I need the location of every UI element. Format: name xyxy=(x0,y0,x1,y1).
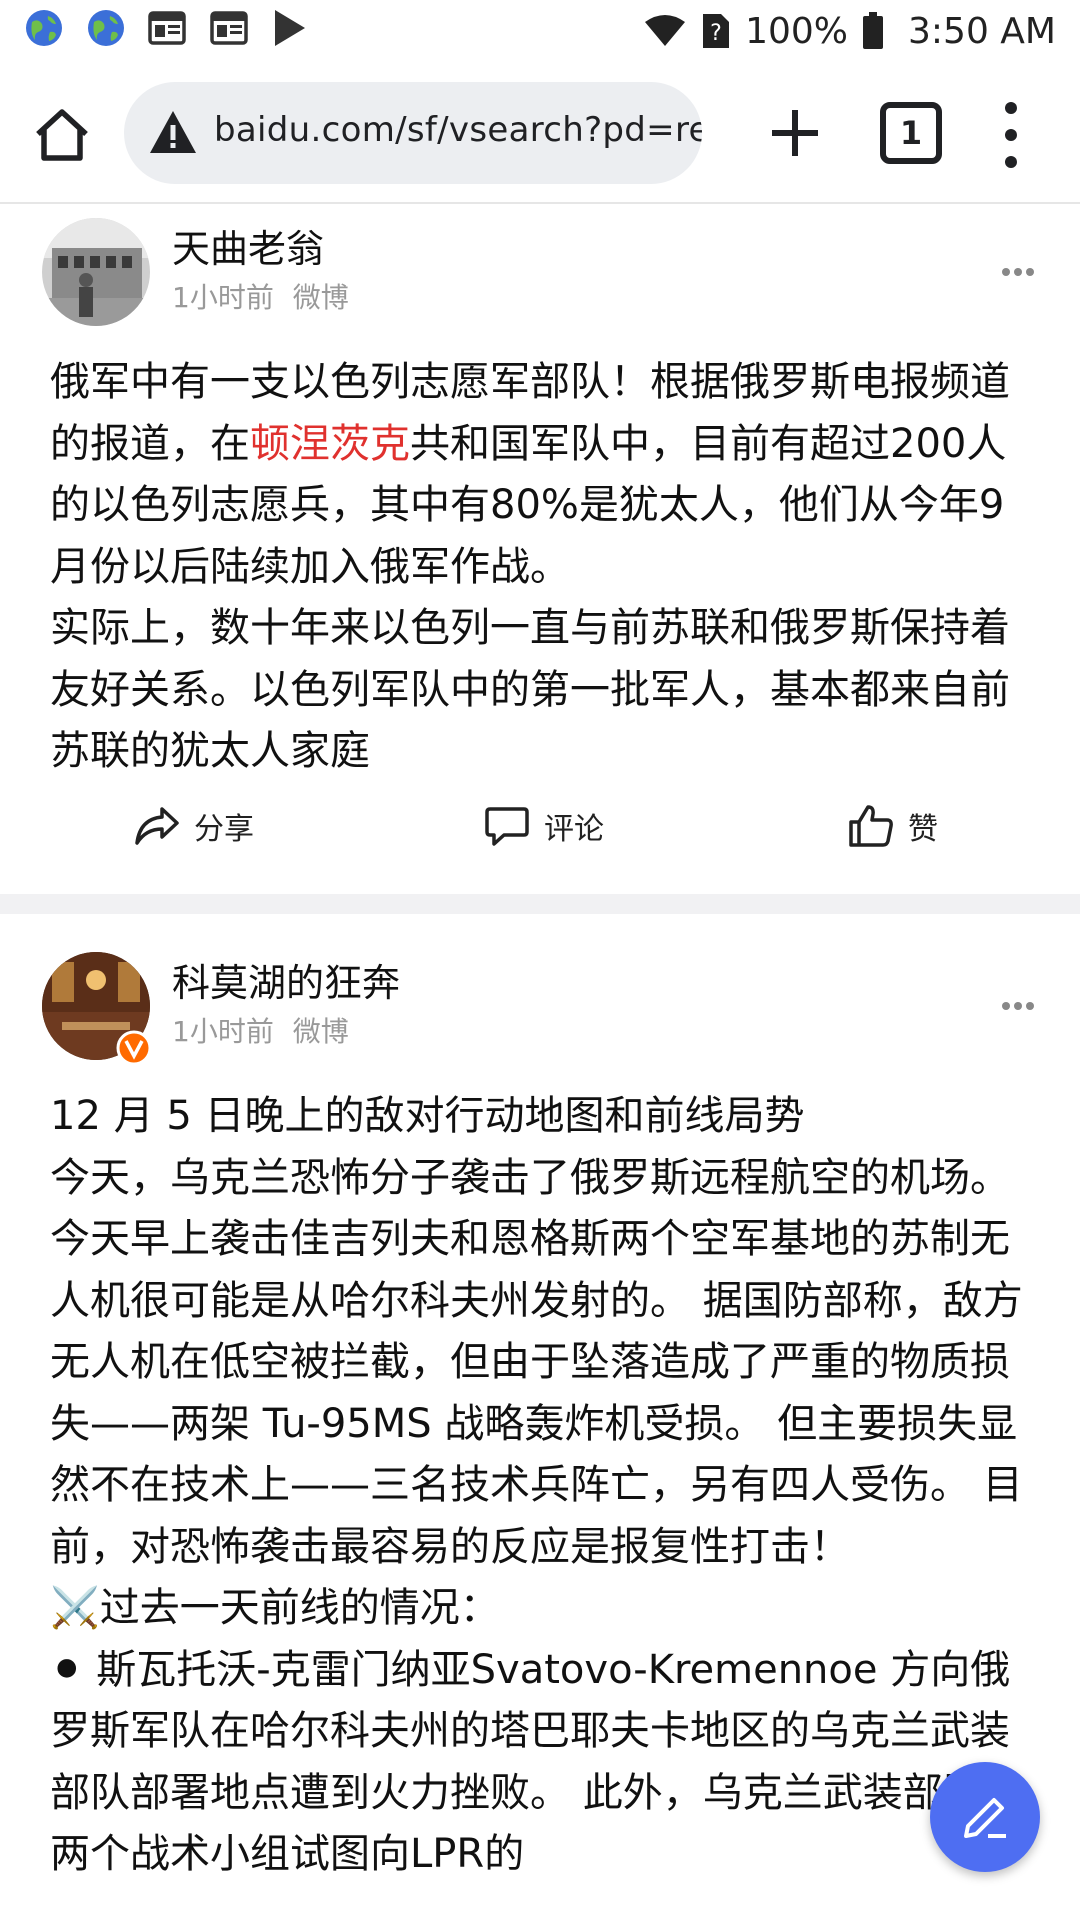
tab-switcher-button[interactable]: 1 xyxy=(880,102,942,164)
post-divider xyxy=(0,894,1080,914)
comment-label: 评论 xyxy=(544,812,604,847)
post-paragraph: 俄军中有一支以色列志愿军部队！根据俄罗斯电报频道的报道，在顿涅茨克共和国军队中，… xyxy=(50,352,1040,598)
post-author[interactable]: 天曲老翁 xyxy=(172,218,324,273)
post-title-line: 12 月 5 日晚上的敌对行动地图和前线局势 xyxy=(50,1093,805,1139)
front-text: ⚫ 斯瓦托沃-克雷门纳亚Svatovo-Kremennoe 方向俄罗斯军队在哈尔… xyxy=(50,1646,1023,1878)
post-source: 微博 xyxy=(292,281,349,314)
thumbs-up-icon xyxy=(849,805,893,847)
topic-link[interactable]: 顿涅茨克 xyxy=(250,421,410,467)
compose-button[interactable] xyxy=(930,1762,1040,1872)
status-bar: ? 100% 3:50 AM xyxy=(0,0,1080,62)
verified-badge-icon xyxy=(116,1030,152,1066)
more-options-icon[interactable] xyxy=(1000,1000,1036,1012)
avatar-image xyxy=(42,218,150,326)
home-icon[interactable] xyxy=(28,100,96,168)
share-icon xyxy=(135,807,179,845)
post-meta: 1小时前 微博 xyxy=(172,276,349,316)
svg-text:?: ? xyxy=(710,21,722,46)
no-sim-icon: ? xyxy=(703,14,730,48)
comment-icon xyxy=(485,807,529,846)
like-button[interactable]: 赞 xyxy=(848,804,938,848)
news-icon xyxy=(148,11,186,45)
play-store-icon xyxy=(275,10,305,46)
post-content: 俄军中有一支以色列志愿军部队！根据俄罗斯电报频道的报道，在顿涅茨克共和国军队中，… xyxy=(50,352,1040,783)
post-meta: 1小时前 微博 xyxy=(172,1010,349,1050)
post-author[interactable]: 科莫湖的狂奔 xyxy=(172,952,400,1007)
url-text[interactable]: baidu.com/sf/vsearch?pd=rea xyxy=(214,110,702,150)
feed: 天曲老翁 1小时前 微博 俄军中有一支以色列志愿军部队！根据俄罗斯电报频道的报道… xyxy=(0,204,1080,1920)
post-time: 1小时前 xyxy=(172,1015,274,1048)
avatar[interactable] xyxy=(42,218,150,326)
edit-pencil-icon xyxy=(964,1798,1006,1838)
like-label: 赞 xyxy=(908,812,938,847)
wifi-icon xyxy=(645,15,686,46)
globe-icon xyxy=(88,10,124,46)
front-heading: ⚔️过去一天前线的情况： xyxy=(50,1585,500,1631)
more-options-icon[interactable] xyxy=(1000,266,1036,278)
post-source: 微博 xyxy=(292,1015,349,1048)
url-bar[interactable]: baidu.com/sf/vsearch?pd=rea xyxy=(124,82,702,184)
warning-icon[interactable] xyxy=(148,109,198,157)
globe-icon xyxy=(26,10,62,46)
battery-percent: 100% xyxy=(745,10,849,52)
post-card: 科莫湖的狂奔 1小时前 微博 12 月 5 日晚上的敌对行动地图和前线局势 今天… xyxy=(0,914,1080,1920)
new-tab-icon[interactable] xyxy=(760,98,830,168)
post-content: 12 月 5 日晚上的敌对行动地图和前线局势 今天，乌克兰恐怖分子袭击了俄罗斯远… xyxy=(50,1086,1040,1886)
post-actions: 分享 评论 赞 xyxy=(0,804,1080,864)
post-paragraph: 今天，乌克兰恐怖分子袭击了俄罗斯远程航空的机场。 今天早上袭击佳吉列夫和恩格斯两… xyxy=(50,1154,1023,1570)
share-label: 分享 xyxy=(194,812,254,847)
share-button[interactable]: 分享 xyxy=(134,804,254,848)
browser-toolbar: baidu.com/sf/vsearch?pd=rea 1 xyxy=(0,62,1080,204)
post-paragraph: 实际上，数十年来以色列一直与前苏联和俄罗斯保持着友好关系。以色列军队中的第一批军… xyxy=(50,605,1010,774)
post-card: 天曲老翁 1小时前 微博 俄军中有一支以色列志愿军部队！根据俄罗斯电报频道的报道… xyxy=(0,204,1080,894)
clock: 3:50 AM xyxy=(908,10,1056,52)
comment-button[interactable]: 评论 xyxy=(484,804,604,848)
news-icon xyxy=(210,11,248,45)
overflow-menu-icon[interactable] xyxy=(996,98,1026,172)
battery-icon xyxy=(863,12,884,49)
post-time: 1小时前 xyxy=(172,281,274,314)
